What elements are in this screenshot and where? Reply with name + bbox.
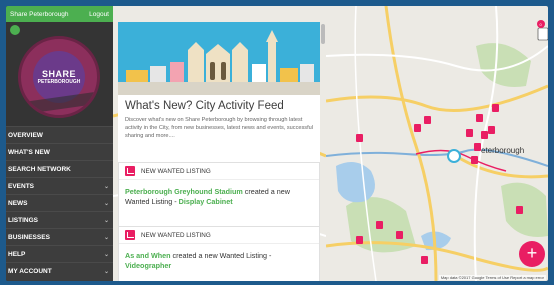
feed-card-actor-link[interactable]: Peterborough Greyhound Stadium	[125, 187, 243, 196]
feed-card-action: created a new Wanted Listing -	[170, 251, 272, 260]
map-marker	[476, 114, 483, 122]
feed-description: Discover what's new on Share Peterboroug…	[125, 117, 313, 139]
chevron-down-icon: ⌄	[103, 217, 109, 224]
city-skyline-banner	[118, 22, 320, 95]
feed-card[interactable]: NEW WANTED LISTING As and When created a…	[118, 226, 320, 281]
sidebar-item-help[interactable]: HELP ⌄	[6, 245, 113, 262]
sidebar-item-label: HELP	[8, 250, 26, 258]
logo-area: SHARE PETERBOROUGH	[6, 22, 113, 126]
sidebar-item-label: OVERVIEW	[8, 131, 43, 139]
feed-card-item-link[interactable]: Videographer	[125, 261, 171, 270]
map-marker	[424, 116, 431, 124]
sidebar: Share Peterborough Logout SHARE PETERBOR…	[6, 6, 113, 281]
current-location-marker	[447, 149, 461, 163]
sidebar-item-label: EVENTS	[8, 182, 35, 190]
sidebar-item-businesses[interactable]: BUSINESSES ⌄	[6, 228, 113, 245]
sidebar-item-overview[interactable]: OVERVIEW	[6, 126, 113, 143]
sidebar-item-label: SEARCH NETWORK	[8, 165, 71, 173]
sidebar-item-listings[interactable]: LISTINGS ⌄	[6, 211, 113, 228]
map-marker	[421, 256, 428, 264]
chevron-down-icon: ⌄	[103, 268, 109, 275]
map-marker	[466, 129, 473, 137]
map-marker	[414, 124, 421, 132]
sidebar-item-label: NEWS	[8, 199, 28, 207]
map-marker	[471, 156, 478, 164]
feed-card-body: Peterborough Greyhound Stadium created a…	[119, 180, 319, 207]
sidebar-item-label: BUSINESSES	[8, 233, 50, 241]
map-attribution: Map data ©2017 Google Terms of Use Repor…	[438, 275, 546, 280]
map-marker	[492, 104, 499, 112]
feed-card-body: As and When created a new Wanted Listing…	[119, 244, 319, 271]
app-frame: eterborough 0 Share Peterborough Logout …	[6, 6, 548, 281]
feed-card-header: NEW WANTED LISTING	[119, 227, 319, 244]
activity-feed-panel[interactable]: What's New? City Activity Feed Discover …	[118, 22, 320, 281]
feed-card[interactable]: NEW WANTED LISTING Peterborough Greyhoun…	[118, 162, 320, 232]
map-marker	[376, 221, 383, 229]
sidebar-topbar: Share Peterborough Logout	[6, 6, 113, 22]
chevron-down-icon: ⌄	[103, 200, 109, 207]
logout-link[interactable]: Logout	[89, 11, 109, 18]
feed-card-actor-link[interactable]: As and When	[125, 251, 171, 260]
feed-title: What's New? City Activity Feed	[125, 100, 284, 112]
logo-line-2: PETERBOROUGH	[37, 79, 81, 85]
sidebar-item-label: WHAT'S NEW	[8, 148, 50, 156]
chevron-down-icon: ⌄	[103, 234, 109, 241]
activity-map[interactable]: eterborough 0	[326, 6, 548, 281]
map-marker	[474, 143, 481, 151]
site-logo[interactable]: SHARE PETERBOROUGH	[18, 36, 100, 118]
sidebar-item-news[interactable]: NEWS ⌄	[6, 194, 113, 211]
sidebar-item-search-network[interactable]: SEARCH NETWORK	[6, 160, 113, 177]
logo-line-1: SHARE	[41, 69, 76, 79]
map-marker	[356, 134, 363, 142]
sidebar-item-label: MY ACCOUNT	[8, 267, 52, 275]
map-marker	[488, 126, 495, 134]
sidebar-menu: OVERVIEW WHAT'S NEW SEARCH NETWORK EVENTS ⌄ N…	[6, 126, 113, 279]
map-city-label: eterborough	[481, 146, 524, 155]
sidebar-item-what-s-new[interactable]: WHAT'S NEW	[6, 143, 113, 160]
map-marker	[396, 231, 403, 239]
notification-icon	[537, 27, 548, 41]
feed-card-heading: NEW WANTED LISTING	[141, 167, 211, 175]
feed-scrollbar[interactable]	[321, 24, 325, 44]
add-fab-button[interactable]: +	[519, 241, 545, 267]
feed-card-header: NEW WANTED LISTING	[119, 163, 319, 180]
settings-icon[interactable]	[10, 25, 20, 35]
chevron-down-icon: ⌄	[103, 183, 109, 190]
feed-card-heading: NEW WANTED LISTING	[141, 231, 211, 239]
listing-icon	[125, 166, 135, 176]
chevron-down-icon: ⌄	[103, 251, 109, 258]
map-marker	[481, 131, 488, 139]
listing-icon	[125, 230, 135, 240]
sidebar-item-label: LISTINGS	[8, 216, 38, 224]
map-marker	[356, 236, 363, 244]
sidebar-item-events[interactable]: EVENTS ⌄	[6, 177, 113, 194]
site-label[interactable]: Share Peterborough	[10, 11, 69, 18]
map-marker	[516, 206, 523, 214]
sidebar-item-my-account[interactable]: MY ACCOUNT ⌄	[6, 262, 113, 279]
feed-card-item-link[interactable]: Display Cabinet	[179, 197, 233, 206]
